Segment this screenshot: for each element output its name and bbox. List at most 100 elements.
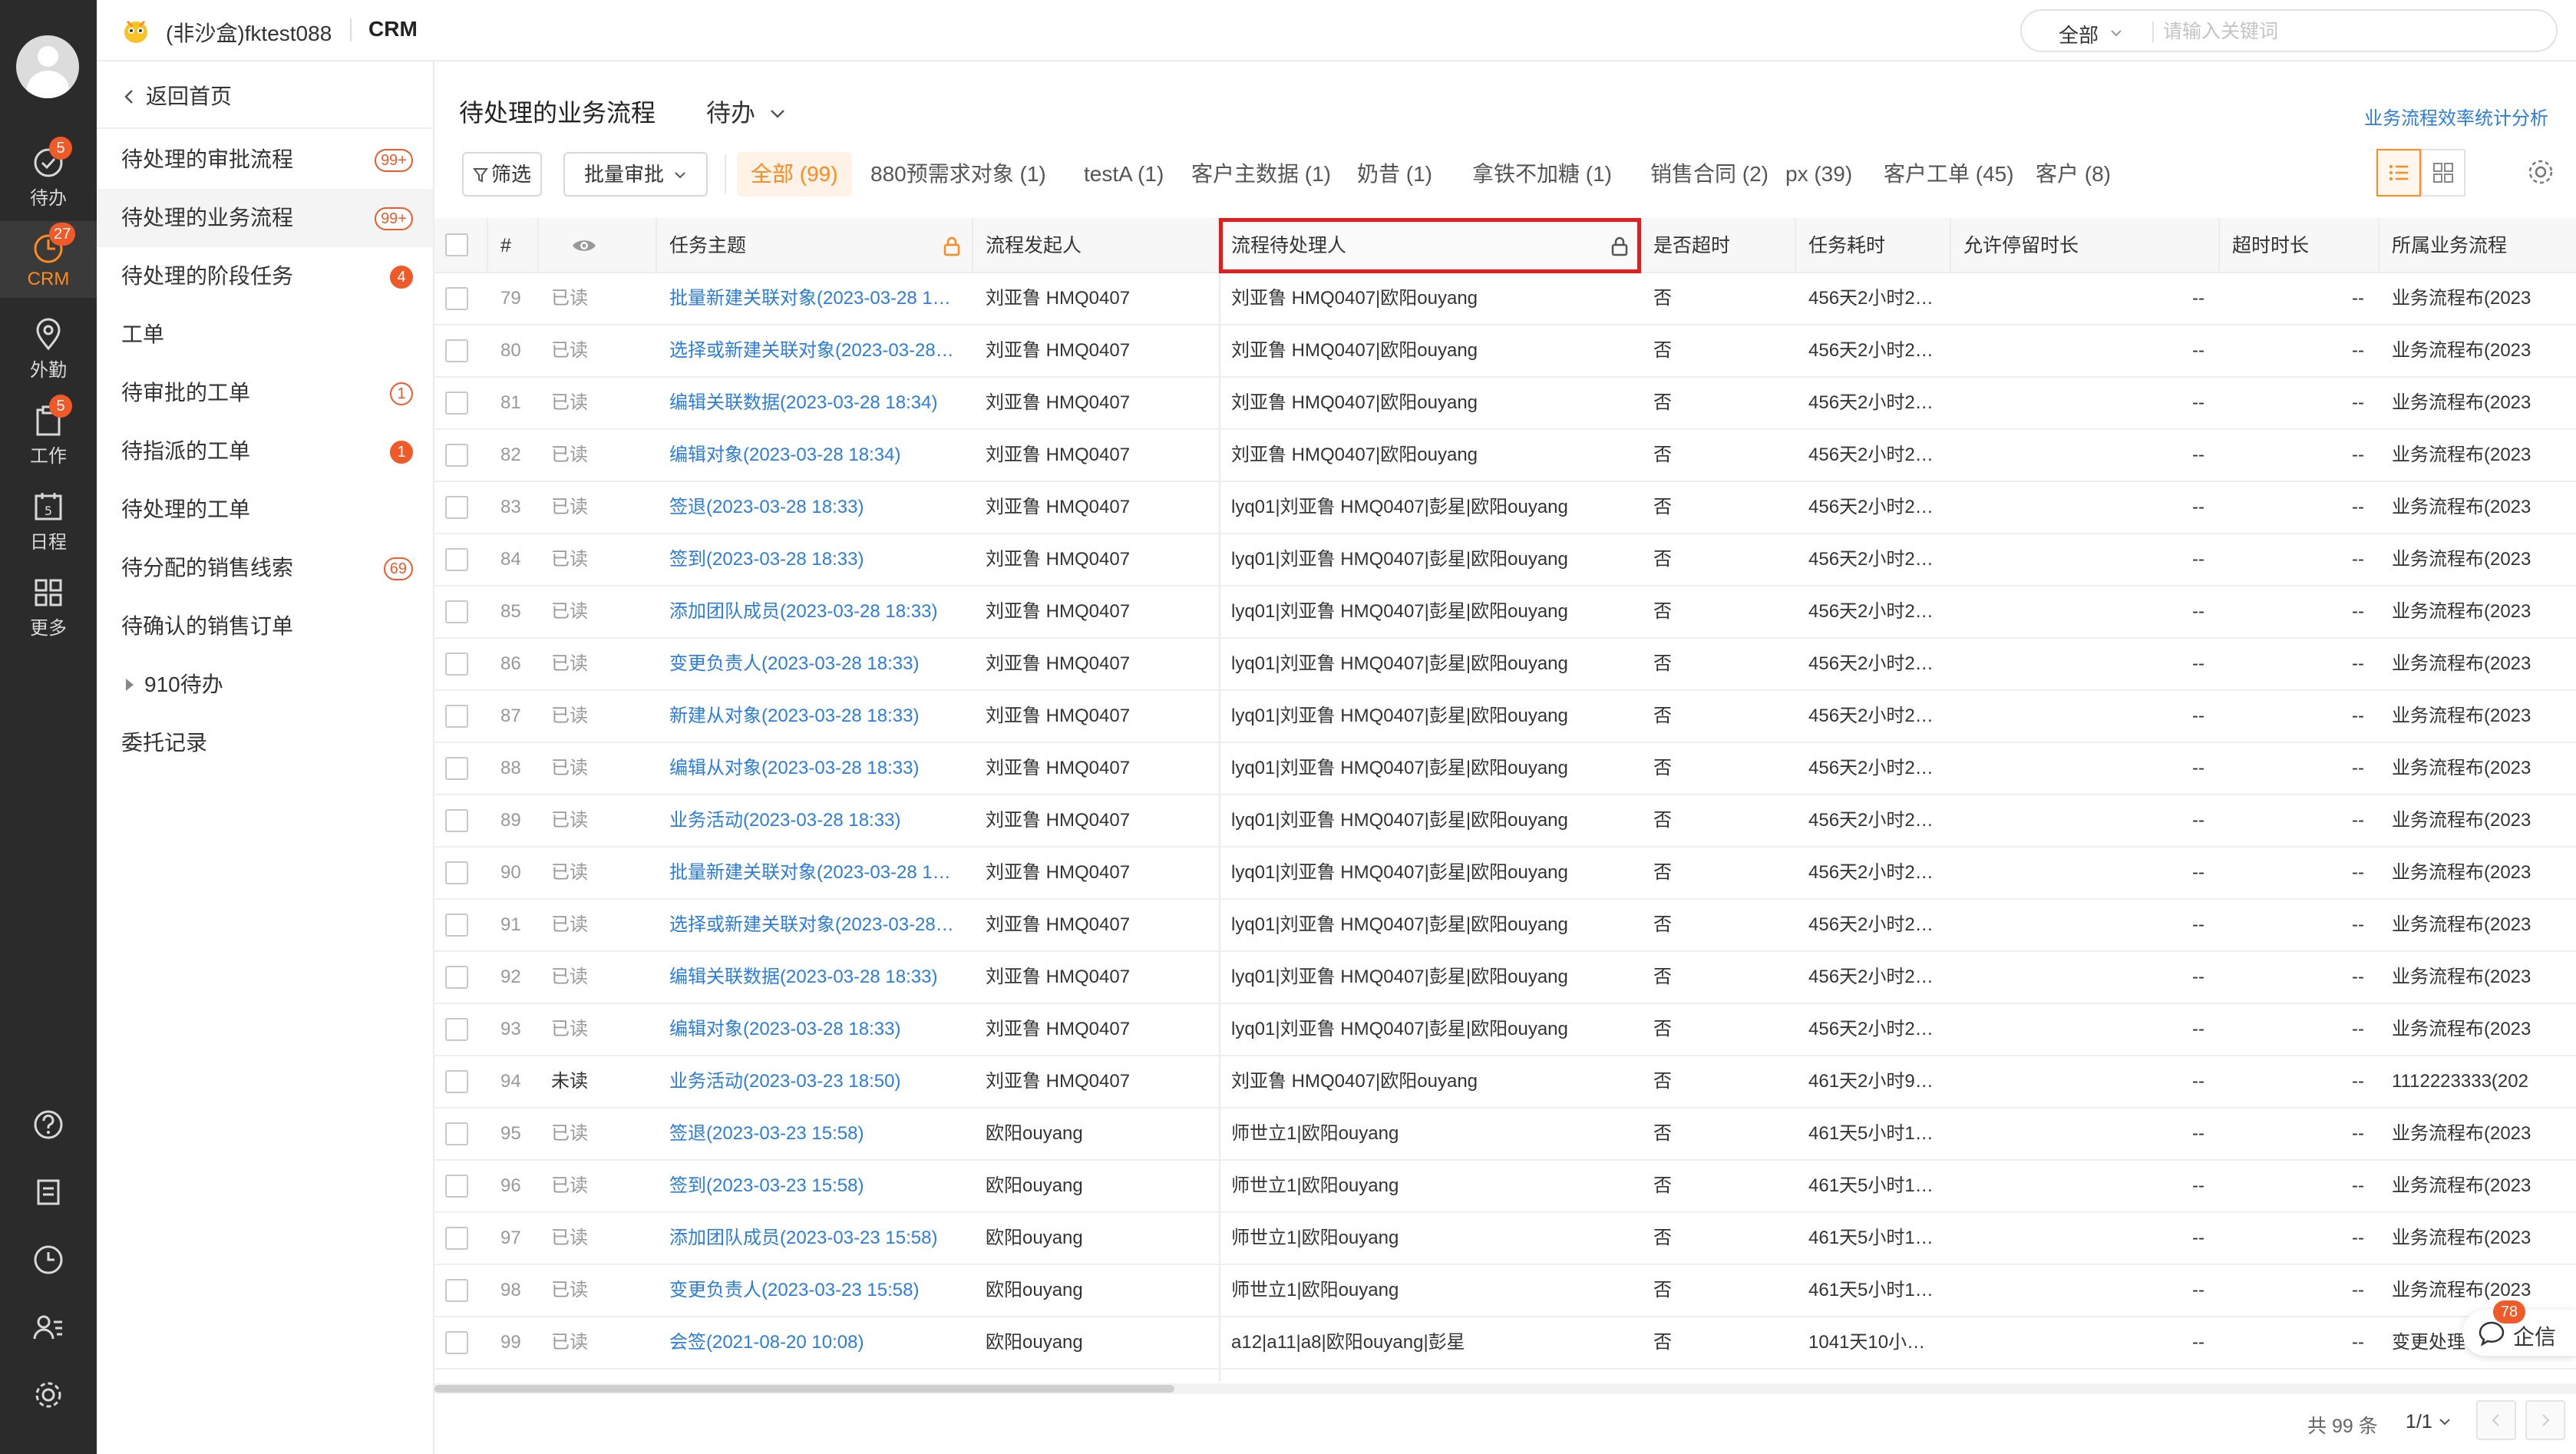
table-row[interactable]: 89 已读 业务活动(2023-03-28 18:33) 刘亚鲁 HMQ0407 lyq…	[434, 795, 2576, 848]
cell-subject[interactable]: 业务活动(2023-03-28 18:33)	[657, 795, 973, 846]
cell-subject[interactable]: 签到(2023-03-28 18:33)	[657, 534, 973, 585]
table-row[interactable]: 90 已读 批量新建关联对象(2023-03-28 1… 刘亚鲁 HMQ0407 lyq…	[434, 848, 2576, 900]
table-row[interactable]: 88 已读 编辑从对象(2023-03-28 18:33) 刘亚鲁 HMQ0407 ly…	[434, 743, 2576, 795]
cell-subject[interactable]: 添加团队成员(2023-03-23 15:58)	[657, 1213, 973, 1264]
cell-subject[interactable]: 编辑从对象(2023-03-28 18:33)	[657, 743, 973, 794]
row-checkbox[interactable]	[445, 1018, 468, 1041]
table-row[interactable]: 79 已读 批量新建关联对象(2023-03-28 1… 刘亚鲁 HMQ0407 刘亚鲁…	[434, 273, 2576, 325]
notes-button[interactable]	[0, 1162, 97, 1224]
next-page-button[interactable]	[2525, 1400, 2565, 1440]
row-checkbox[interactable]	[445, 705, 468, 728]
row-checkbox[interactable]	[445, 1175, 468, 1198]
tab-customer[interactable]: 客户 (8)	[2022, 152, 2125, 197]
card-view-toggle[interactable]	[2421, 149, 2465, 197]
sidebar-item-approval-flows[interactable]: 待处理的审批流程 99+	[97, 131, 433, 189]
filter-button[interactable]: 筛选	[462, 152, 542, 197]
table-row[interactable]: 94 未读 业务活动(2023-03-23 18:50) 刘亚鲁 HMQ0407 刘亚鲁…	[434, 1056, 2576, 1109]
row-checkbox[interactable]	[445, 548, 468, 571]
table-row[interactable]: 96 已读 签到(2023-03-23 15:58) 欧阳ouyang 师世立1|欧阳o…	[434, 1161, 2576, 1213]
row-checkbox[interactable]	[445, 444, 468, 467]
qixin-chat-button[interactable]: 78 企信	[2462, 1300, 2576, 1356]
tab-testa[interactable]: testA (1)	[1070, 152, 1177, 197]
avatar[interactable]	[16, 35, 79, 98]
sidebar-item-tickets-to-assign[interactable]: 待指派的工单 1	[97, 422, 433, 481]
help-button[interactable]	[0, 1095, 97, 1156]
chevron-down-icon[interactable]	[2108, 25, 2125, 41]
column-header-overtime-duration[interactable]: 超时时长	[2220, 218, 2379, 273]
row-checkbox[interactable]	[445, 809, 468, 832]
rail-item-crm[interactable]: CRM 27	[0, 221, 97, 298]
cell-subject[interactable]: 编辑关联数据(2023-03-28 18:33)	[657, 952, 973, 1003]
table-row[interactable]: 86 已读 变更负责人(2023-03-28 18:33) 刘亚鲁 HMQ0407 ly…	[434, 639, 2576, 691]
table-row[interactable]: 95 已读 签退(2023-03-23 15:58) 欧阳ouyang 师世立1|欧阳o…	[434, 1109, 2576, 1161]
rail-item-todo[interactable]: 待办 5	[0, 135, 97, 212]
select-all-checkbox[interactable]	[445, 233, 468, 256]
row-checkbox[interactable]	[445, 861, 468, 884]
column-header-initiator[interactable]: 流程发起人	[973, 218, 1219, 273]
tab-px[interactable]: px (39)	[1772, 152, 1866, 197]
cell-subject[interactable]: 变更负责人(2023-03-28 18:33)	[657, 639, 973, 689]
column-header-index[interactable]: #	[488, 218, 539, 273]
scrollbar-thumb[interactable]	[434, 1385, 1174, 1393]
search-scope-select[interactable]: 全部	[2059, 20, 2099, 48]
table-row[interactable]: 82 已读 编辑对象(2023-03-28 18:34) 刘亚鲁 HMQ0407 刘亚鲁…	[434, 430, 2576, 482]
row-checkbox[interactable]	[445, 496, 468, 519]
table-row[interactable]: 92 已读 编辑关联数据(2023-03-28 18:33) 刘亚鲁 HMQ0407 l…	[434, 952, 2576, 1004]
rail-item-more[interactable]: 更多	[0, 565, 97, 642]
efficiency-analysis-link[interactable]: 业务流程效率统计分析	[2364, 103, 2548, 130]
view-select[interactable]: 待办	[706, 94, 788, 129]
cell-subject[interactable]: 签退(2023-03-28 18:33)	[657, 482, 973, 533]
table-row[interactable]: 85 已读 添加团队成员(2023-03-28 18:33) 刘亚鲁 HMQ0407 l…	[434, 587, 2576, 639]
cell-subject[interactable]: 编辑对象(2023-03-28 18:34)	[657, 430, 973, 481]
tab-customer-master[interactable]: 客户主数据 (1)	[1177, 152, 1345, 197]
tab-latte[interactable]: 拿铁不加糖 (1)	[1458, 152, 1626, 197]
cell-subject[interactable]: 签退(2023-03-23 15:58)	[657, 1109, 973, 1159]
settings-button[interactable]	[0, 1365, 97, 1426]
row-checkbox[interactable]	[445, 914, 468, 937]
cell-subject[interactable]: 业务活动(2023-03-23 18:50)	[657, 1056, 973, 1107]
row-checkbox[interactable]	[445, 287, 468, 310]
tab-sales-contract[interactable]: 销售合同 (2)	[1636, 152, 1782, 197]
table-row[interactable]: 93 已读 编辑对象(2023-03-28 18:33) 刘亚鲁 HMQ0407 lyq…	[434, 1004, 2576, 1056]
row-checkbox[interactable]	[445, 1279, 468, 1302]
batch-approve-button[interactable]: 批量审批	[563, 152, 708, 197]
sidebar-item-orders-to-confirm[interactable]: 待确认的销售订单	[97, 597, 433, 656]
table-row[interactable]: 80 已读 选择或新建关联对象(2023-03-28… 刘亚鲁 HMQ0407 刘亚鲁 …	[434, 325, 2576, 378]
rail-item-schedule[interactable]: 5 日程	[0, 479, 97, 556]
column-header-subject[interactable]: 任务主题	[657, 218, 973, 273]
table-row[interactable]: 98 已读 变更负责人(2023-03-23 15:58) 欧阳ouyang 师世立1|…	[434, 1265, 2576, 1317]
tab-880-object[interactable]: 880预需求对象 (1)	[857, 152, 1060, 197]
row-checkbox[interactable]	[445, 600, 468, 623]
caret-right-icon[interactable]	[126, 679, 134, 691]
sidebar-item-business-flows[interactable]: 待处理的业务流程 99+	[97, 189, 433, 247]
list-view-toggle[interactable]	[2376, 149, 2421, 197]
tab-milkshake[interactable]: 奶昔 (1)	[1343, 152, 1446, 197]
rail-item-field[interactable]: 外勤	[0, 307, 97, 384]
prev-page-button[interactable]	[2476, 1400, 2516, 1440]
column-header-cost[interactable]: 任务耗时	[1796, 218, 1951, 273]
table-row[interactable]: 97 已读 添加团队成员(2023-03-23 15:58) 欧阳ouyang 师世立1…	[434, 1213, 2576, 1265]
column-settings-icon[interactable]	[2527, 158, 2555, 186]
sidebar-item-tickets-to-approve[interactable]: 待审批的工单 1	[97, 364, 433, 422]
tenant-name[interactable]: (非沙盒)fktest088	[166, 17, 332, 48]
table-row[interactable]: 99 已读 会签(2021-08-20 10:08) 欧阳ouyang a12|a11|…	[434, 1317, 2576, 1370]
horizontal-scrollbar[interactable]	[434, 1383, 2576, 1394]
sidebar-item-910-todo[interactable]: 910待办	[97, 656, 433, 714]
table-row[interactable]: 87 已读 新建从对象(2023-03-28 18:33) 刘亚鲁 HMQ0407 ly…	[434, 691, 2576, 743]
cell-subject[interactable]: 编辑关联数据(2023-03-28 18:34)	[657, 378, 973, 428]
back-home-link[interactable]: 返回首页	[121, 80, 232, 111]
table-row[interactable]: 83 已读 签退(2023-03-28 18:33) 刘亚鲁 HMQ0407 lyq01…	[434, 482, 2576, 534]
column-header-flow[interactable]: 所属业务流程	[2379, 218, 2576, 273]
table-row[interactable]: 84 已读 签到(2023-03-28 18:33) 刘亚鲁 HMQ0407 lyq01…	[434, 534, 2576, 587]
cell-subject[interactable]: 签到(2023-03-23 15:58)	[657, 1161, 973, 1211]
cell-subject[interactable]: 变更负责人(2023-03-23 15:58)	[657, 1265, 973, 1316]
column-header-allowed-duration[interactable]: 允许停留时长	[1951, 218, 2220, 273]
contacts-button[interactable]	[0, 1297, 97, 1359]
cell-subject[interactable]: 批量新建关联对象(2023-03-28 1…	[657, 848, 973, 898]
column-header-overtime[interactable]: 是否超时	[1641, 218, 1796, 273]
cell-subject[interactable]: 新建从对象(2023-03-28 18:33)	[657, 691, 973, 742]
sidebar-item-tickets[interactable]: 工单	[97, 306, 433, 364]
sidebar-item-stage-tasks[interactable]: 待处理的阶段任务 4	[97, 247, 433, 306]
sidebar-item-leads-to-assign[interactable]: 待分配的销售线索 69	[97, 539, 433, 597]
sidebar-item-tickets-to-handle[interactable]: 待处理的工单	[97, 481, 433, 539]
